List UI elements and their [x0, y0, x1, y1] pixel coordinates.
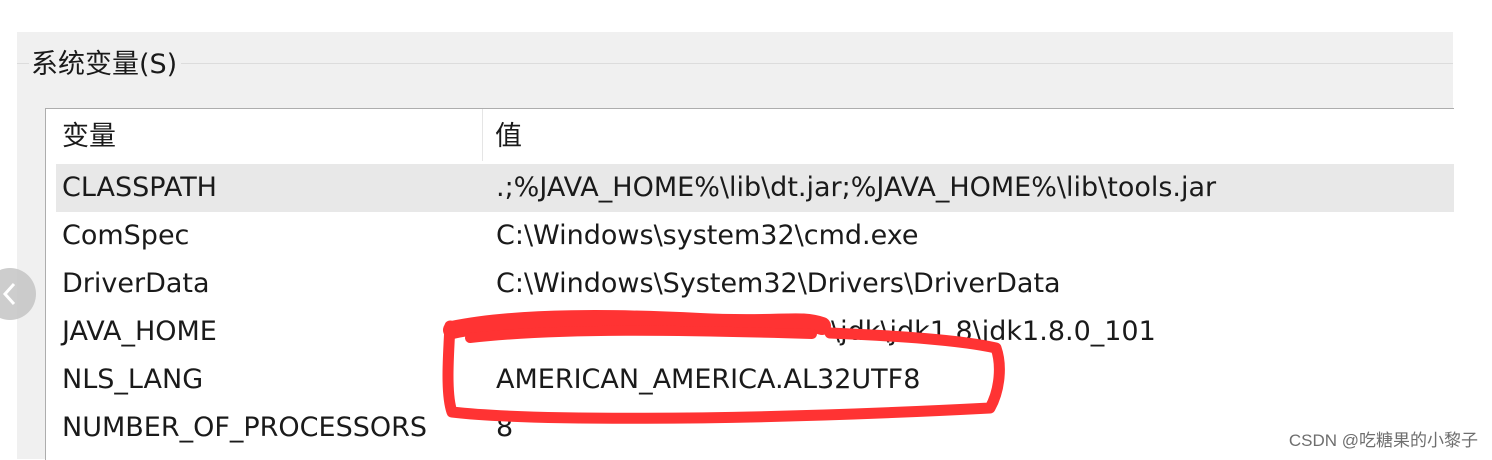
column-header-variable[interactable]: 变量 [46, 109, 483, 161]
variable-name: NLS_LANG [62, 356, 203, 404]
variable-value: .;%JAVA_HOME%\lib\dt.jar;%JAVA_HOME%\lib… [496, 164, 1216, 212]
system-variables-list[interactable]: 变量 值 CLASSPATH .;%JAVA_HOME%\lib\dt.jar;… [45, 108, 1454, 460]
variable-name: ComSpec [62, 212, 189, 260]
variable-value: C:\Windows\system32\cmd.exe [496, 212, 919, 260]
column-header-value[interactable]: 值 [483, 109, 1454, 161]
variable-name: NUMBER_OF_PROCESSORS [62, 404, 427, 452]
variable-value: 8 [496, 404, 513, 452]
group-title: 系统变量(S) [29, 47, 181, 83]
variable-name: CLASSPATH [62, 164, 217, 212]
table-row[interactable]: NLS_LANG AMERICAN_AMERICA.AL32UTF8 [56, 356, 1454, 404]
variable-value: AMERICAN_AMERICA.AL32UTF8 [496, 356, 920, 404]
table-row[interactable]: ComSpec C:\Windows\system32\cmd.exe [56, 212, 1454, 260]
chevron-left-icon [2, 282, 18, 306]
table-row[interactable]: JAVA_HOME \jdk\jdk1.8\jdk1.8.0_101 [56, 308, 1454, 356]
table-row[interactable]: CLASSPATH .;%JAVA_HOME%\lib\dt.jar;%JAVA… [56, 164, 1454, 212]
variable-name: DriverData [62, 260, 210, 308]
table-row[interactable]: NUMBER_OF_PROCESSORS 8 [56, 404, 1454, 452]
group-divider [17, 63, 1453, 64]
variable-value: C:\Windows\System32\Drivers\DriverData [496, 260, 1061, 308]
variable-value: \jdk\jdk1.8\jdk1.8.0_101 [831, 308, 1156, 356]
watermark-text: CSDN @吃糖果的小黎子 [1289, 426, 1478, 451]
variable-name: JAVA_HOME [62, 308, 217, 356]
table-row[interactable]: DriverData C:\Windows\System32\Drivers\D… [56, 260, 1454, 308]
